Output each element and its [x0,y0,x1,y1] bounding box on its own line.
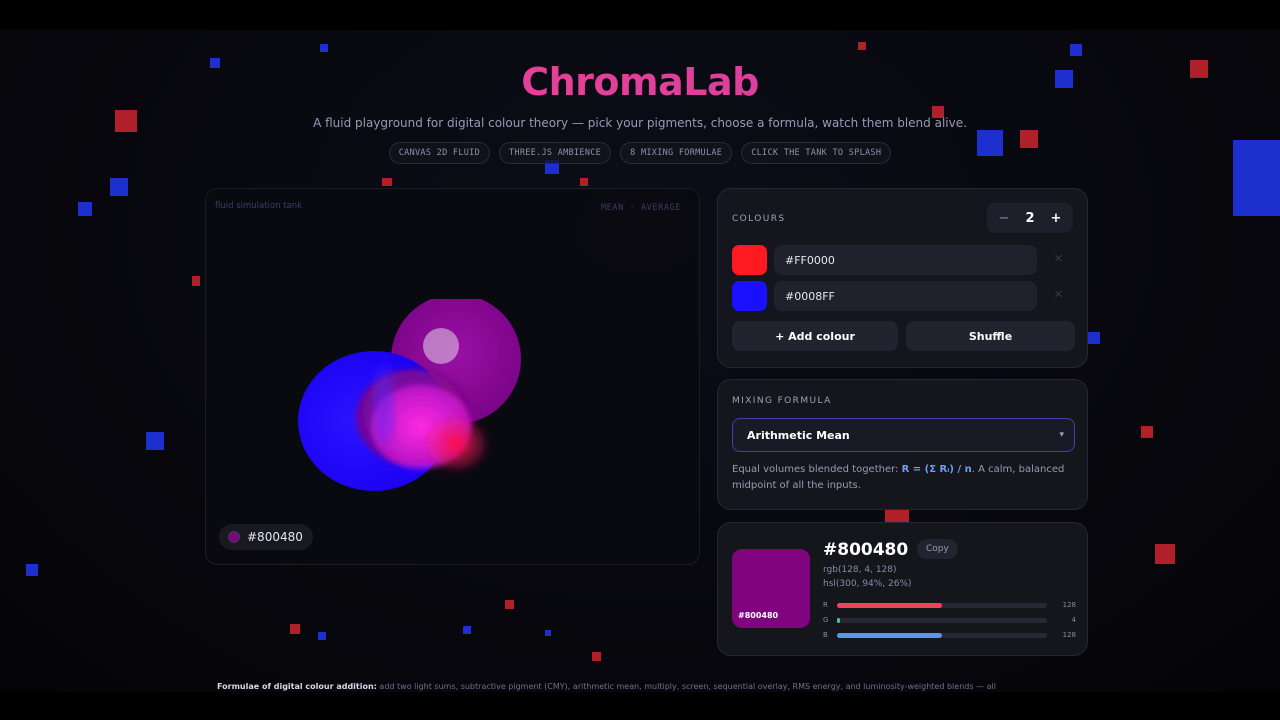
channel-track [837,618,1047,623]
channel-fill [837,618,841,623]
ambient-square [110,178,128,196]
feature-chips: CANVAS 2D FLUID THREE.JS AMBIENCE 8 MIXI… [0,142,1280,164]
ambient-square [26,564,38,576]
channel-bar-r: R 128 [823,601,1076,611]
ambient-square [592,652,601,661]
ambient-square [320,44,328,52]
channel-value: 4 [1071,616,1076,624]
result-panel: #800480 #800480 Copy rgb(128, 4, 128) hs… [717,522,1088,656]
mixing-formula-panel: MIXING FORMULA Arithmetic Mean ▾ Equal v… [717,379,1088,510]
colour-row: ✕ [732,245,1075,275]
page-subtitle: A fluid playground for digital colour th… [313,116,967,130]
colour-swatch[interactable] [732,281,767,311]
ambient-square [290,624,300,634]
tank-hex-readout: #800480 [219,524,313,550]
colour-count-stepper: − 2 + [987,203,1073,233]
ambient-square [885,510,909,522]
minus-icon[interactable]: − [997,211,1011,226]
formula-description: Equal volumes blended together: R = (Σ R… [732,462,1072,494]
fluid-simulation-tank[interactable]: fluid simulation tank MEAN · AVERAGE #80… [205,188,700,565]
ambient-square [146,432,164,450]
colour-count-value: 2 [1025,210,1035,226]
letterbox-top [0,0,1280,30]
footnote-heading: Formulae of digital colour addition: [217,682,377,691]
formula-desc-intro: Equal volumes blended together: [732,464,902,475]
add-colour-button[interactable]: + Add colour [732,321,898,351]
chip-mixing-formulae: 8 MIXING FORMULAE [620,142,733,164]
ambient-square [1141,426,1153,438]
channel-bar-g: G 4 [823,616,1076,626]
colour-hex-input[interactable] [774,281,1037,311]
tank-hex-value: #800480 [247,530,303,544]
copy-button[interactable]: Copy [917,539,958,559]
colours-label: COLOURS [732,214,786,224]
formula-equation: R = (Σ Rᵢ) / n [901,464,972,475]
chip-canvas-fluid: CANVAS 2D FLUID [388,142,490,164]
page-title: ChromaLab [0,60,1280,104]
close-icon[interactable]: ✕ [1054,288,1063,301]
colour-hex-input[interactable] [774,245,1037,275]
channel-label: B [823,631,828,639]
chip-threejs-ambience: THREE.JS AMBIENCE [499,142,612,164]
tank-mode-label: MEAN · AVERAGE [600,203,681,213]
result-hex: #800480 [823,540,909,560]
formula-select[interactable]: Arithmetic Mean ▾ [732,418,1075,452]
ambient-square [463,626,471,634]
letterbox-bottom [0,692,1280,720]
result-swatch-label: #800480 [738,611,779,620]
channel-fill [837,603,943,608]
channel-label: R [823,601,828,609]
formulae-footnote: Formulae of digital colour addition: add… [217,682,1067,691]
ambient-square [545,630,551,636]
ambient-square [318,632,326,640]
formula-select-value: Arithmetic Mean [747,428,850,442]
fluid-blob[interactable] [296,299,536,509]
ambient-square [1070,44,1082,56]
channel-label: G [823,616,829,624]
channel-bar-b: B 128 [823,631,1076,641]
ambient-square [192,276,200,286]
colour-row: ✕ [732,281,1075,311]
ambient-square [1155,544,1175,564]
colour-swatch[interactable] [732,245,767,275]
ambient-square [1088,332,1100,344]
close-icon[interactable]: ✕ [1054,252,1063,265]
ambient-square [580,178,588,186]
shuffle-button[interactable]: Shuffle [906,321,1075,351]
tank-hex-dot [228,531,240,543]
tank-label: fluid simulation tank [215,201,303,211]
plus-icon[interactable]: + [1049,211,1063,226]
channel-track [837,633,1047,638]
result-swatch: #800480 [732,549,810,628]
channel-fill [837,633,943,638]
ambient-square [382,178,392,186]
colours-panel: COLOURS − 2 + ✕ ✕ + Add colour Shuffle [717,188,1088,368]
channel-value: 128 [1062,601,1076,609]
ambient-square [858,42,866,50]
channel-track [837,603,1047,608]
mixing-formula-label: MIXING FORMULA [732,396,832,406]
result-rgb: rgb(128, 4, 128) [823,565,897,575]
footnote-text: add two light sums, subtractive pigment … [376,682,996,691]
chip-click-to-splash: CLICK THE TANK TO SPLASH [741,142,892,164]
ambient-square [505,600,514,609]
ambient-square [78,202,92,216]
app-stage: ChromaLab A fluid playground for digital… [0,30,1280,692]
result-hsl: hsl(300, 94%, 26%) [823,579,912,589]
channel-value: 128 [1062,631,1076,639]
chevron-down-icon: ▾ [1059,430,1064,440]
